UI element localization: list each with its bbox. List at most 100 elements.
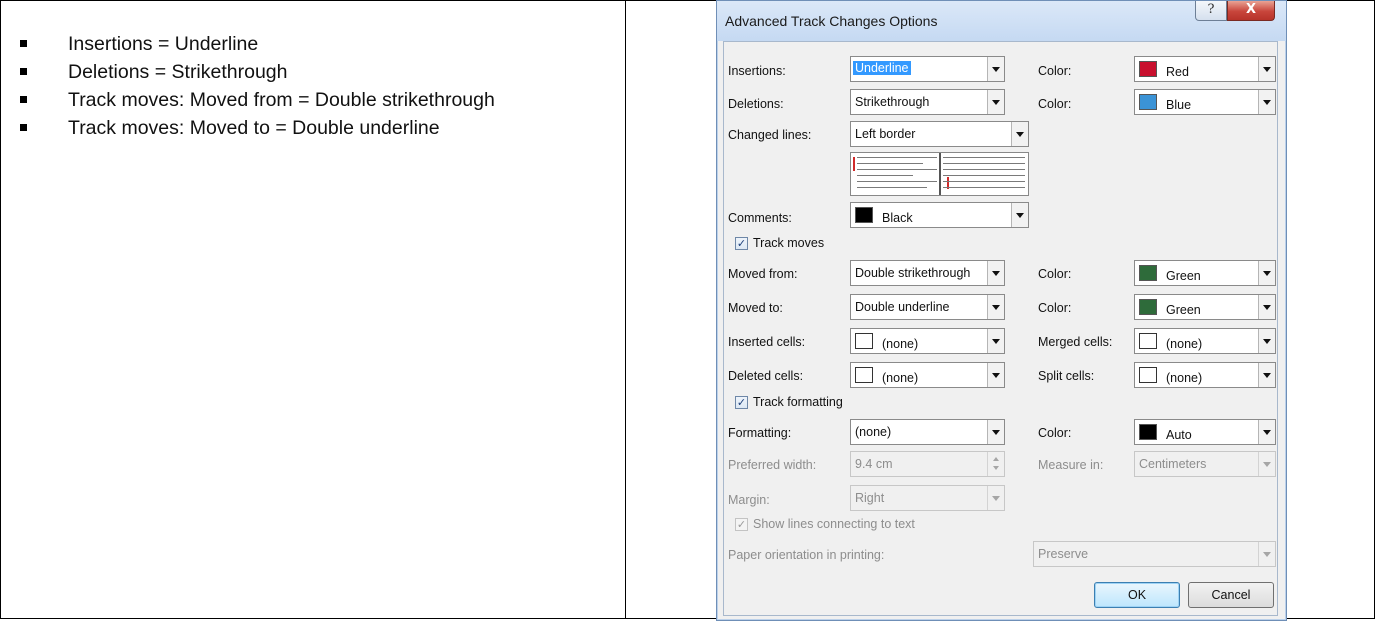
preview-divider (939, 153, 941, 195)
advanced-track-changes-dialog: Advanced Track Changes Options ? X Inser… (716, 0, 1287, 621)
margin-select[interactable]: Right (850, 485, 1005, 511)
comments-label: Comments: (728, 211, 792, 225)
split-cells-value: (none) (1166, 371, 1203, 385)
merged-cells-color-select[interactable]: (none) (1134, 328, 1276, 354)
show-lines-label[interactable]: Show lines connecting to text (753, 517, 915, 531)
show-lines-checkbox[interactable]: ✓ (735, 518, 748, 531)
moved-from-color-select[interactable]: Green (1134, 260, 1276, 286)
preferred-width-value: 9.4 cm (855, 457, 893, 471)
formatting-color-select[interactable]: Auto (1134, 419, 1276, 445)
margin-value: Right (855, 491, 885, 505)
changed-lines-select[interactable]: Left border (850, 121, 1029, 147)
chevron-down-icon[interactable] (1258, 329, 1275, 353)
track-moves-checkbox[interactable]: ✓ (735, 237, 748, 250)
measure-in-value: Centimeters (1139, 457, 1207, 471)
bullet-square-icon (20, 124, 27, 131)
chevron-down-icon[interactable] (987, 295, 1004, 319)
deletions-select[interactable]: Strikethrough (850, 89, 1005, 115)
ok-button[interactable]: OK (1094, 582, 1180, 608)
preferred-width-spinner[interactable]: 9.4 cm (850, 451, 1005, 477)
cancel-button[interactable]: Cancel (1188, 582, 1274, 608)
list-item: Track moves: Moved to = Double underline (20, 114, 495, 142)
moved-to-label: Moved to: (728, 301, 783, 315)
bullet-text: Track moves: Moved to = Double underline (68, 117, 440, 139)
chevron-down-icon[interactable] (1258, 363, 1275, 387)
color-swatch (1139, 424, 1157, 440)
chevron-down-icon[interactable] (987, 261, 1004, 285)
inserted-cells-label: Inserted cells: (728, 335, 806, 349)
changed-lines-preview (850, 152, 1029, 196)
color-swatch (1139, 367, 1157, 383)
inserted-cells-value: (none) (882, 337, 919, 351)
chevron-down-icon[interactable] (1258, 420, 1275, 444)
formatting-value: (none) (855, 425, 892, 439)
chevron-down-icon[interactable] (1258, 90, 1275, 114)
track-moves-label[interactable]: Track moves (753, 236, 824, 250)
chevron-down-icon[interactable] (987, 57, 1004, 81)
chevron-down-icon[interactable] (1258, 295, 1275, 319)
bullet-square-icon (20, 40, 27, 47)
split-cells-label: Split cells: (1038, 369, 1095, 383)
moved-to-color-label: Color: (1038, 301, 1072, 315)
moved-from-value: Double strikethrough (855, 266, 971, 280)
chevron-down-icon[interactable] (1011, 203, 1028, 227)
dialog-titlebar[interactable]: Advanced Track Changes Options ? X (717, 1, 1286, 41)
help-icon: ? (1207, 2, 1215, 17)
bullet-text: Insertions = Underline (68, 33, 259, 55)
spinner-arrows-icon[interactable] (987, 452, 1004, 476)
table-column-divider (625, 0, 626, 619)
close-icon: X (1245, 2, 1257, 17)
moved-from-color-value: Green (1166, 269, 1201, 283)
deleted-cells-color-select[interactable]: (none) (850, 362, 1005, 388)
formatting-color-label: Color: (1038, 426, 1072, 440)
track-formatting-label[interactable]: Track formatting (753, 395, 843, 409)
preferred-width-label: Preferred width: (728, 458, 817, 472)
chevron-down-icon[interactable] (1258, 57, 1275, 81)
track-formatting-checkbox[interactable]: ✓ (735, 396, 748, 409)
color-swatch (855, 333, 873, 349)
color-swatch (855, 207, 873, 223)
moved-to-color-select[interactable]: Green (1134, 294, 1276, 320)
moved-from-select[interactable]: Double strikethrough (850, 260, 1005, 286)
deleted-cells-label: Deleted cells: (728, 369, 804, 383)
chevron-down-icon[interactable] (1258, 452, 1275, 476)
preview-left-page (853, 155, 939, 193)
paper-orientation-select[interactable]: Preserve (1033, 541, 1276, 567)
chevron-down-icon[interactable] (987, 329, 1004, 353)
chevron-down-icon[interactable] (987, 363, 1004, 387)
chevron-down-icon[interactable] (987, 486, 1004, 510)
close-button[interactable]: X (1227, 1, 1275, 21)
measure-in-select[interactable]: Centimeters (1134, 451, 1276, 477)
chevron-down-icon[interactable] (987, 90, 1004, 114)
color-swatch (1139, 333, 1157, 349)
formatting-select[interactable]: (none) (850, 419, 1005, 445)
bullet-list: Insertions = Underline Deletions = Strik… (20, 30, 495, 142)
insertions-color-value: Red (1166, 65, 1189, 79)
help-button[interactable]: ? (1195, 1, 1227, 21)
moved-to-value: Double underline (855, 300, 950, 314)
comments-color-select[interactable]: Black (850, 202, 1029, 228)
split-cells-color-select[interactable]: (none) (1134, 362, 1276, 388)
deleted-cells-value: (none) (882, 371, 919, 385)
chevron-down-icon[interactable] (1258, 261, 1275, 285)
chevron-down-icon[interactable] (1011, 122, 1028, 146)
inserted-cells-color-select[interactable]: (none) (850, 328, 1005, 354)
deletions-color-label: Color: (1038, 97, 1072, 111)
insertions-select[interactable]: Underline (850, 56, 1005, 82)
chevron-down-icon[interactable] (1258, 542, 1275, 566)
moved-from-label: Moved from: (728, 267, 798, 281)
list-item: Deletions = Strikethrough (20, 58, 495, 86)
comments-color-value: Black (882, 211, 913, 225)
color-swatch (1139, 265, 1157, 281)
paper-orientation-value: Preserve (1038, 547, 1089, 561)
changed-lines-value: Left border (855, 127, 916, 141)
list-item: Track moves: Moved from = Double striket… (20, 86, 495, 114)
deletions-label: Deletions: (728, 97, 784, 111)
chevron-down-icon[interactable] (987, 420, 1004, 444)
moved-to-select[interactable]: Double underline (850, 294, 1005, 320)
deletions-color-select[interactable]: Blue (1134, 89, 1276, 115)
formatting-label: Formatting: (728, 426, 792, 440)
insertions-value: Underline (853, 61, 911, 75)
insertions-color-select[interactable]: Red (1134, 56, 1276, 82)
merged-cells-value: (none) (1166, 337, 1203, 351)
